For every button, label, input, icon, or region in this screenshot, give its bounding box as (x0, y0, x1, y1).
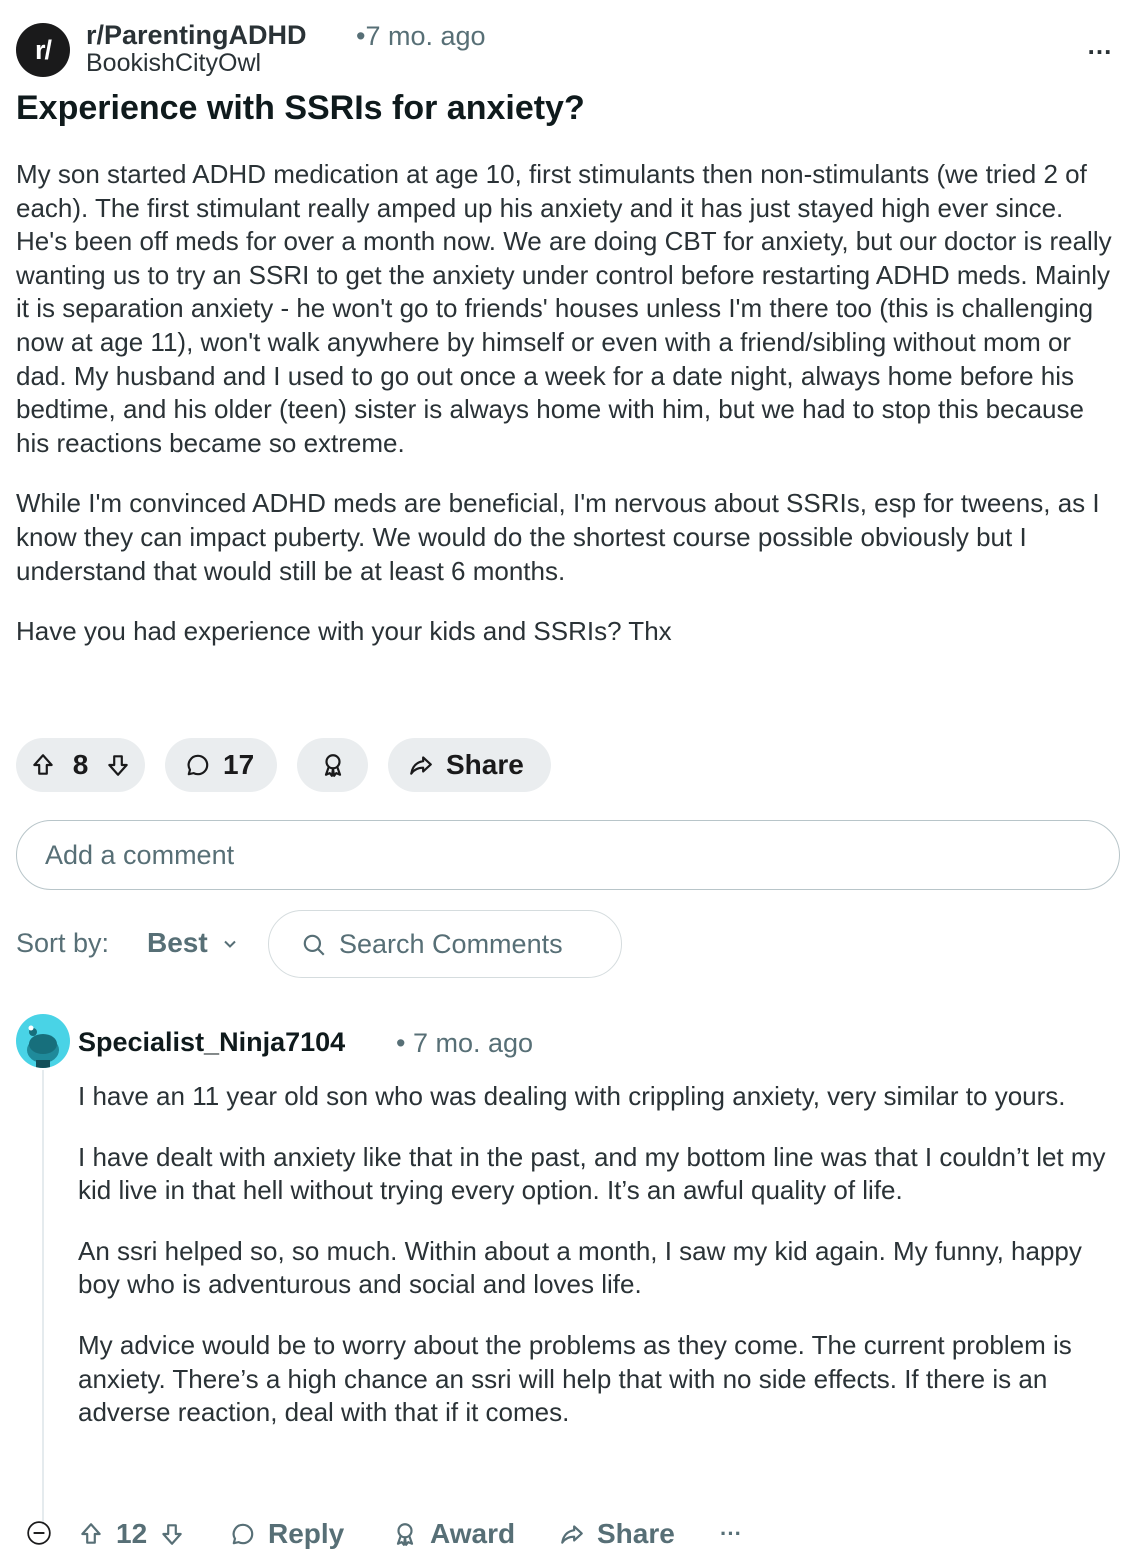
comment-award-button[interactable]: Award (392, 1514, 515, 1554)
sort-dropdown[interactable]: Best (147, 927, 208, 959)
more-options-button[interactable]: … (1080, 30, 1120, 70)
comment-username[interactable]: Specialist_Ninja7104 (78, 1027, 345, 1058)
post-author[interactable]: BookishCityOwl (86, 49, 261, 78)
comment-paragraph: My advice would be to worry about the pr… (78, 1329, 1072, 1428)
comment-time: • 7 mo. ago (396, 1028, 534, 1058)
award-button[interactable] (297, 738, 368, 792)
award-ribbon-icon (396, 1523, 414, 1546)
vote-count: 8 (72, 749, 89, 780)
post-body: My son started ADHD medication at age 10… (16, 158, 1120, 676)
comment-paragraph: An ssri helped so, so much. Within about… (78, 1235, 1082, 1300)
arrow-down-icon[interactable] (159, 1521, 185, 1547)
comment-paragraph: I have dealt with anxiety like that in t… (78, 1141, 1106, 1206)
award-label: Award (430, 1518, 516, 1549)
subreddit-avatar[interactable]: r/ (16, 23, 70, 77)
share-label: Share (446, 749, 524, 780)
post-time: •7 mo. ago (356, 21, 486, 52)
sort-label: Sort by: (16, 928, 110, 958)
reply-button[interactable]: Reply (230, 1514, 344, 1554)
share-arrow-icon (561, 1525, 583, 1544)
comment: Specialist_Ninja7104 • 7 mo. ago I have … (16, 1014, 1120, 1562)
speech-bubble-icon (187, 754, 209, 776)
comment-body: I have an 11 year old son who was dealin… (78, 1080, 1118, 1457)
post-title: Experience with SSRIs for anxiety? (16, 89, 585, 127)
subreddit-link[interactable]: r/ParentingADHD (86, 20, 307, 51)
arrow-down-icon[interactable] (105, 752, 131, 778)
add-comment-input[interactable]: Add a comment (16, 820, 1120, 890)
search-placeholder: Search Comments (339, 929, 563, 959)
comment-vote-count: 12 (116, 1518, 148, 1549)
share-button[interactable]: Share (388, 738, 551, 792)
post-paragraph: My son started ADHD medication at age 10… (16, 159, 1112, 458)
post-paragraph: While I'm convinced ADHD meds are benefi… (16, 488, 1100, 586)
user-avatar[interactable] (16, 1014, 70, 1068)
comments-button[interactable]: 17 (165, 738, 277, 792)
speech-bubble-icon (232, 1523, 254, 1545)
collapse-icon[interactable] (26, 1520, 52, 1546)
arrow-up-icon[interactable] (78, 1521, 104, 1547)
comment-actions: 12 Reply Award Share ··· (16, 1514, 1120, 1554)
reply-label: Reply (268, 1518, 345, 1549)
arrow-up-icon[interactable] (30, 752, 56, 778)
comment-count: 17 (223, 749, 255, 780)
post-time-value: 7 mo. ago (365, 21, 486, 51)
snoo-avatar-icon (27, 1025, 59, 1068)
comment-paragraph: I have an 11 year old son who was dealin… (78, 1081, 1066, 1111)
comment-share-button[interactable]: Share (559, 1514, 675, 1554)
share-arrow-icon (410, 756, 432, 775)
post-paragraph: Have you had experience with your kids a… (16, 616, 672, 647)
post-header: r/ r/ParentingADHD •7 mo. ago BookishCit… (16, 20, 1120, 80)
comment-more-button[interactable]: ··· (720, 1514, 742, 1554)
comment-share-label: Share (597, 1518, 675, 1549)
search-comments-input[interactable]: Search Comments (268, 910, 622, 978)
sort-row: Sort by: Best Search Comments (16, 910, 1120, 978)
vote-pill: 8 (16, 738, 145, 792)
chevron-down-icon[interactable] (222, 936, 238, 952)
comment-vote: 12 (78, 1514, 185, 1554)
search-icon (303, 934, 325, 956)
award-ribbon-icon (324, 754, 341, 777)
thread-line[interactable] (42, 1070, 44, 1525)
post-actions: 8 17 Share (16, 738, 551, 792)
